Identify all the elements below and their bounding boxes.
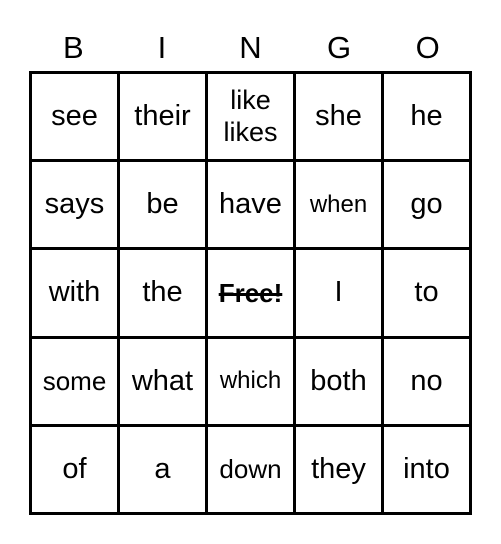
bingo-grid: see their like likes she he says be have when go w…: [29, 71, 472, 516]
bingo-cell[interactable]: like likes: [208, 74, 296, 163]
bingo-cell[interactable]: he: [384, 74, 472, 163]
bingo-cell-label: be: [146, 188, 179, 221]
bingo-row: some what which both no: [32, 338, 472, 427]
bingo-header-letter-i: I: [157, 29, 167, 65]
bingo-cell-label: they: [311, 452, 366, 485]
bingo-cell[interactable]: a: [120, 426, 208, 516]
bingo-free-cell[interactable]: Free!: [208, 250, 296, 339]
bingo-cell-label: their: [134, 99, 191, 132]
bingo-cell-label: into: [403, 452, 450, 485]
bingo-cell-label: Free!: [218, 277, 283, 308]
bingo-card: B I N G O see their like likes she he says be h…: [0, 0, 501, 544]
bingo-cell[interactable]: see: [32, 74, 120, 163]
bingo-cell-label: down: [219, 454, 282, 485]
bingo-cell[interactable]: of: [32, 426, 120, 516]
bingo-cell[interactable]: the: [120, 250, 208, 339]
bingo-cell-label: both: [310, 364, 367, 397]
bingo-cell[interactable]: which: [208, 338, 296, 427]
bingo-header-letter-n: N: [239, 29, 262, 65]
bingo-cell-label: a: [154, 452, 171, 485]
bingo-cell[interactable]: with: [32, 250, 120, 339]
bingo-cell-label: with: [48, 276, 101, 309]
bingo-cell-label: what: [131, 364, 194, 397]
bingo-cell-label: he: [410, 99, 443, 132]
bingo-cell-label: the: [142, 276, 183, 309]
bingo-cell-label: says: [44, 188, 105, 221]
bingo-cell[interactable]: their: [120, 74, 208, 163]
bingo-cell-label: like likes: [223, 84, 278, 147]
bingo-cell[interactable]: says: [32, 162, 120, 251]
bingo-cell-label: she: [315, 99, 362, 132]
bingo-cell[interactable]: down: [208, 426, 296, 516]
bingo-cell-label: to: [414, 276, 439, 309]
bingo-row: of a down they into: [32, 426, 472, 516]
bingo-row: see their like likes she he: [32, 74, 472, 163]
bingo-cell[interactable]: go: [384, 162, 472, 251]
bingo-cell[interactable]: no: [384, 338, 472, 427]
bingo-cell[interactable]: what: [120, 338, 208, 427]
bingo-cell-label: of: [62, 452, 87, 485]
bingo-cell[interactable]: into: [384, 426, 472, 516]
bingo-header-letter-o: O: [415, 29, 440, 65]
bingo-cell-label: have: [219, 188, 282, 221]
bingo-row: says be have when go: [32, 162, 472, 251]
bingo-cell-label: go: [410, 188, 443, 221]
bingo-cell-label: some: [42, 366, 107, 397]
bingo-cell-label: which: [219, 367, 282, 395]
bingo-header-row: B I N G O: [29, 24, 472, 70]
bingo-row: with the Free! Ito: [32, 250, 472, 339]
bingo-cell-label: I: [334, 276, 343, 309]
bingo-cell[interactable]: some: [32, 338, 120, 427]
bingo-cell[interactable]: have: [208, 162, 296, 251]
bingo-header-letter-b: B: [62, 29, 84, 65]
bingo-header-letter-g: G: [327, 29, 352, 65]
bingo-cell-label: see: [51, 99, 98, 132]
bingo-cell[interactable]: be: [120, 162, 208, 251]
bingo-cell[interactable]: she: [296, 74, 384, 163]
bingo-cell-label: when: [309, 190, 368, 218]
bingo-cell[interactable]: when: [296, 162, 384, 251]
bingo-cell[interactable]: they: [296, 426, 384, 516]
bingo-cell[interactable]: to: [384, 250, 472, 339]
bingo-cell-label: no: [410, 364, 443, 397]
bingo-cell[interactable]: I: [296, 250, 384, 339]
bingo-cell[interactable]: both: [296, 338, 384, 427]
